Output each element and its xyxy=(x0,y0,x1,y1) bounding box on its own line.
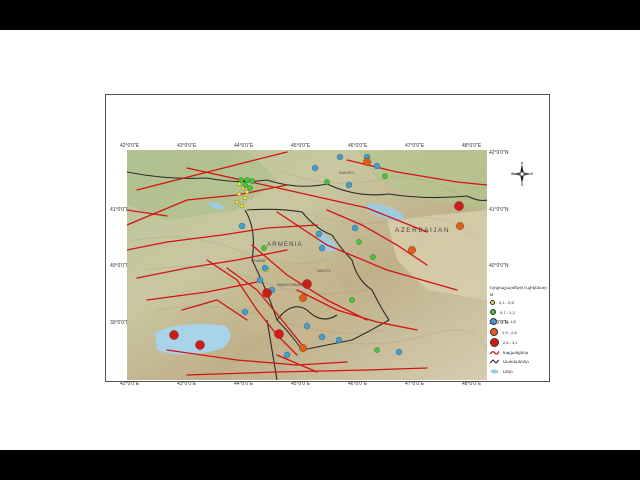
epicenter-point xyxy=(345,181,353,189)
compass-rose-icon: N S W E xyxy=(511,162,534,186)
epicenter-point xyxy=(242,195,248,201)
epicenter-point xyxy=(261,264,269,272)
lon-label-top: 42°0'0"E xyxy=(120,143,140,149)
place-label: VAYOTS xyxy=(317,269,331,273)
lon-label-top: 48°0'0"E xyxy=(462,143,482,149)
epicenter-point xyxy=(299,294,307,302)
epicenter-point xyxy=(262,288,272,298)
legend-class-3: 1,3 - 1,8 xyxy=(490,318,516,325)
epicenter-point xyxy=(456,222,464,230)
place-label: ARMENIA xyxy=(267,242,303,248)
epicenter-point xyxy=(363,158,371,166)
legend-dot-icon xyxy=(490,338,499,347)
compass-n: N xyxy=(521,162,524,165)
map-legend: Երկրաշարժերի էպիկենտր M 0,1 - 0,6 0,7 - … xyxy=(487,283,548,381)
epicenter-point xyxy=(241,308,249,316)
epicenter-point xyxy=(239,203,245,209)
lake-icon xyxy=(490,369,499,374)
legend-class-label: 1,9 - 2,6 xyxy=(502,329,517,335)
epicenter-point xyxy=(318,244,326,252)
border-line-icon xyxy=(490,359,499,364)
epicenter-point xyxy=(408,246,416,254)
legend-border-label: Սահմաններ xyxy=(503,359,529,364)
epicenter-point xyxy=(324,179,330,185)
epicenter-point xyxy=(256,276,264,284)
lat-label-right: 40°0'0"N xyxy=(489,263,509,269)
legend-dot-icon xyxy=(490,328,498,336)
compass-s: S xyxy=(521,183,524,186)
epicenter-point xyxy=(349,297,355,303)
epicenter-point xyxy=(249,178,255,184)
epicenter-point xyxy=(356,239,362,245)
epicenter-point xyxy=(244,189,250,195)
lon-label-bottom: 44°0'0"E xyxy=(234,381,254,387)
place-label: NAKHCHIVAN xyxy=(277,282,303,287)
epicenter-point xyxy=(274,329,284,339)
legend-dot-icon xyxy=(490,318,497,325)
epicenter-point xyxy=(299,344,307,352)
legend-dot-icon xyxy=(490,309,496,315)
lon-label-top: 46°0'0"E xyxy=(348,143,368,149)
epicenter-point xyxy=(234,199,240,205)
lon-label-top: 45°0'0"E xyxy=(291,143,311,149)
fault-line-icon xyxy=(490,350,499,355)
epicenter-point xyxy=(370,254,376,260)
legend-dot-icon xyxy=(490,300,495,305)
epicenter-point xyxy=(244,177,250,183)
epicenter-point xyxy=(242,182,248,188)
lon-label-top: 47°0'0"E xyxy=(405,143,425,149)
lon-label-bottom: 43°0'0"E xyxy=(177,381,197,387)
epicenter-point xyxy=(454,201,464,211)
epicenter-point xyxy=(351,224,359,232)
epicenter-point xyxy=(261,245,267,251)
compass-e: E xyxy=(531,172,534,176)
legend-fault: Խզվածքներ xyxy=(490,350,528,355)
legend-title: Երկրաշարժերի էպիկենտր xyxy=(490,285,547,290)
lat-label-right: 41°0'0"N xyxy=(489,207,509,213)
legend-class-4: 1,9 - 2,6 xyxy=(490,328,517,336)
lon-label-bottom: 45°0'0"E xyxy=(291,381,311,387)
epicenter-point xyxy=(195,340,205,350)
legend-class-5: 2,6 - 3,1 xyxy=(490,338,518,347)
place-label: AZERBAIJAN xyxy=(395,227,450,234)
epicenter-point xyxy=(169,330,179,340)
epicenter-point xyxy=(382,173,388,179)
legend-class-2: 0,7 - 1,2 xyxy=(490,309,515,315)
lon-label-bottom: 42°0'0"E xyxy=(120,381,140,387)
epicenter-point xyxy=(238,177,244,183)
legend-class-1: 0,1 - 0,6 xyxy=(490,300,514,305)
legend-class-label: 1,3 - 1,8 xyxy=(501,319,516,324)
lon-label-bottom: 48°0'0"E xyxy=(462,381,482,387)
epicenter-point xyxy=(315,230,323,238)
epicenter-point xyxy=(318,333,326,341)
epicenter-point xyxy=(303,322,311,330)
legend-class-label: 0,7 - 1,2 xyxy=(500,309,515,315)
epicenter-point xyxy=(236,191,242,197)
legend-fault-label: Խզվածքներ xyxy=(503,350,529,355)
lon-label-top: 44°0'0"E xyxy=(234,143,254,149)
legend-m-label: M xyxy=(490,292,494,297)
epicenter-point xyxy=(335,336,343,344)
legend-water-label: Լճեր xyxy=(503,369,513,374)
legend-border: Սահմաններ xyxy=(490,359,529,364)
epicenter-point xyxy=(374,347,380,353)
lon-label-top: 43°0'0"E xyxy=(177,143,197,149)
legend-class-label: 2,6 - 3,1 xyxy=(503,340,518,345)
epicenter-point xyxy=(373,162,381,170)
place-label: KAKHETI xyxy=(339,171,354,175)
lat-label-right: 42°0'0"N xyxy=(489,150,509,156)
lon-label-bottom: 47°0'0"E xyxy=(405,381,425,387)
epicenter-point xyxy=(302,279,312,289)
epicenter-point xyxy=(238,222,246,230)
legend-water: Լճեր xyxy=(490,369,513,374)
lon-label-bottom: 46°0'0"E xyxy=(348,381,368,387)
place-label: ARARAT xyxy=(252,259,267,263)
epicenter-point xyxy=(395,348,403,356)
legend-class-label: 0,1 - 0,6 xyxy=(499,300,514,305)
relief-map: AZERBAIJAN ARMENIA NAKHCHIVAN KAKHETI VA… xyxy=(127,150,487,380)
epicenter-point xyxy=(336,153,344,161)
epicenter-point xyxy=(311,164,319,172)
epicenter-point xyxy=(247,185,253,191)
epicenter-point xyxy=(283,351,291,359)
